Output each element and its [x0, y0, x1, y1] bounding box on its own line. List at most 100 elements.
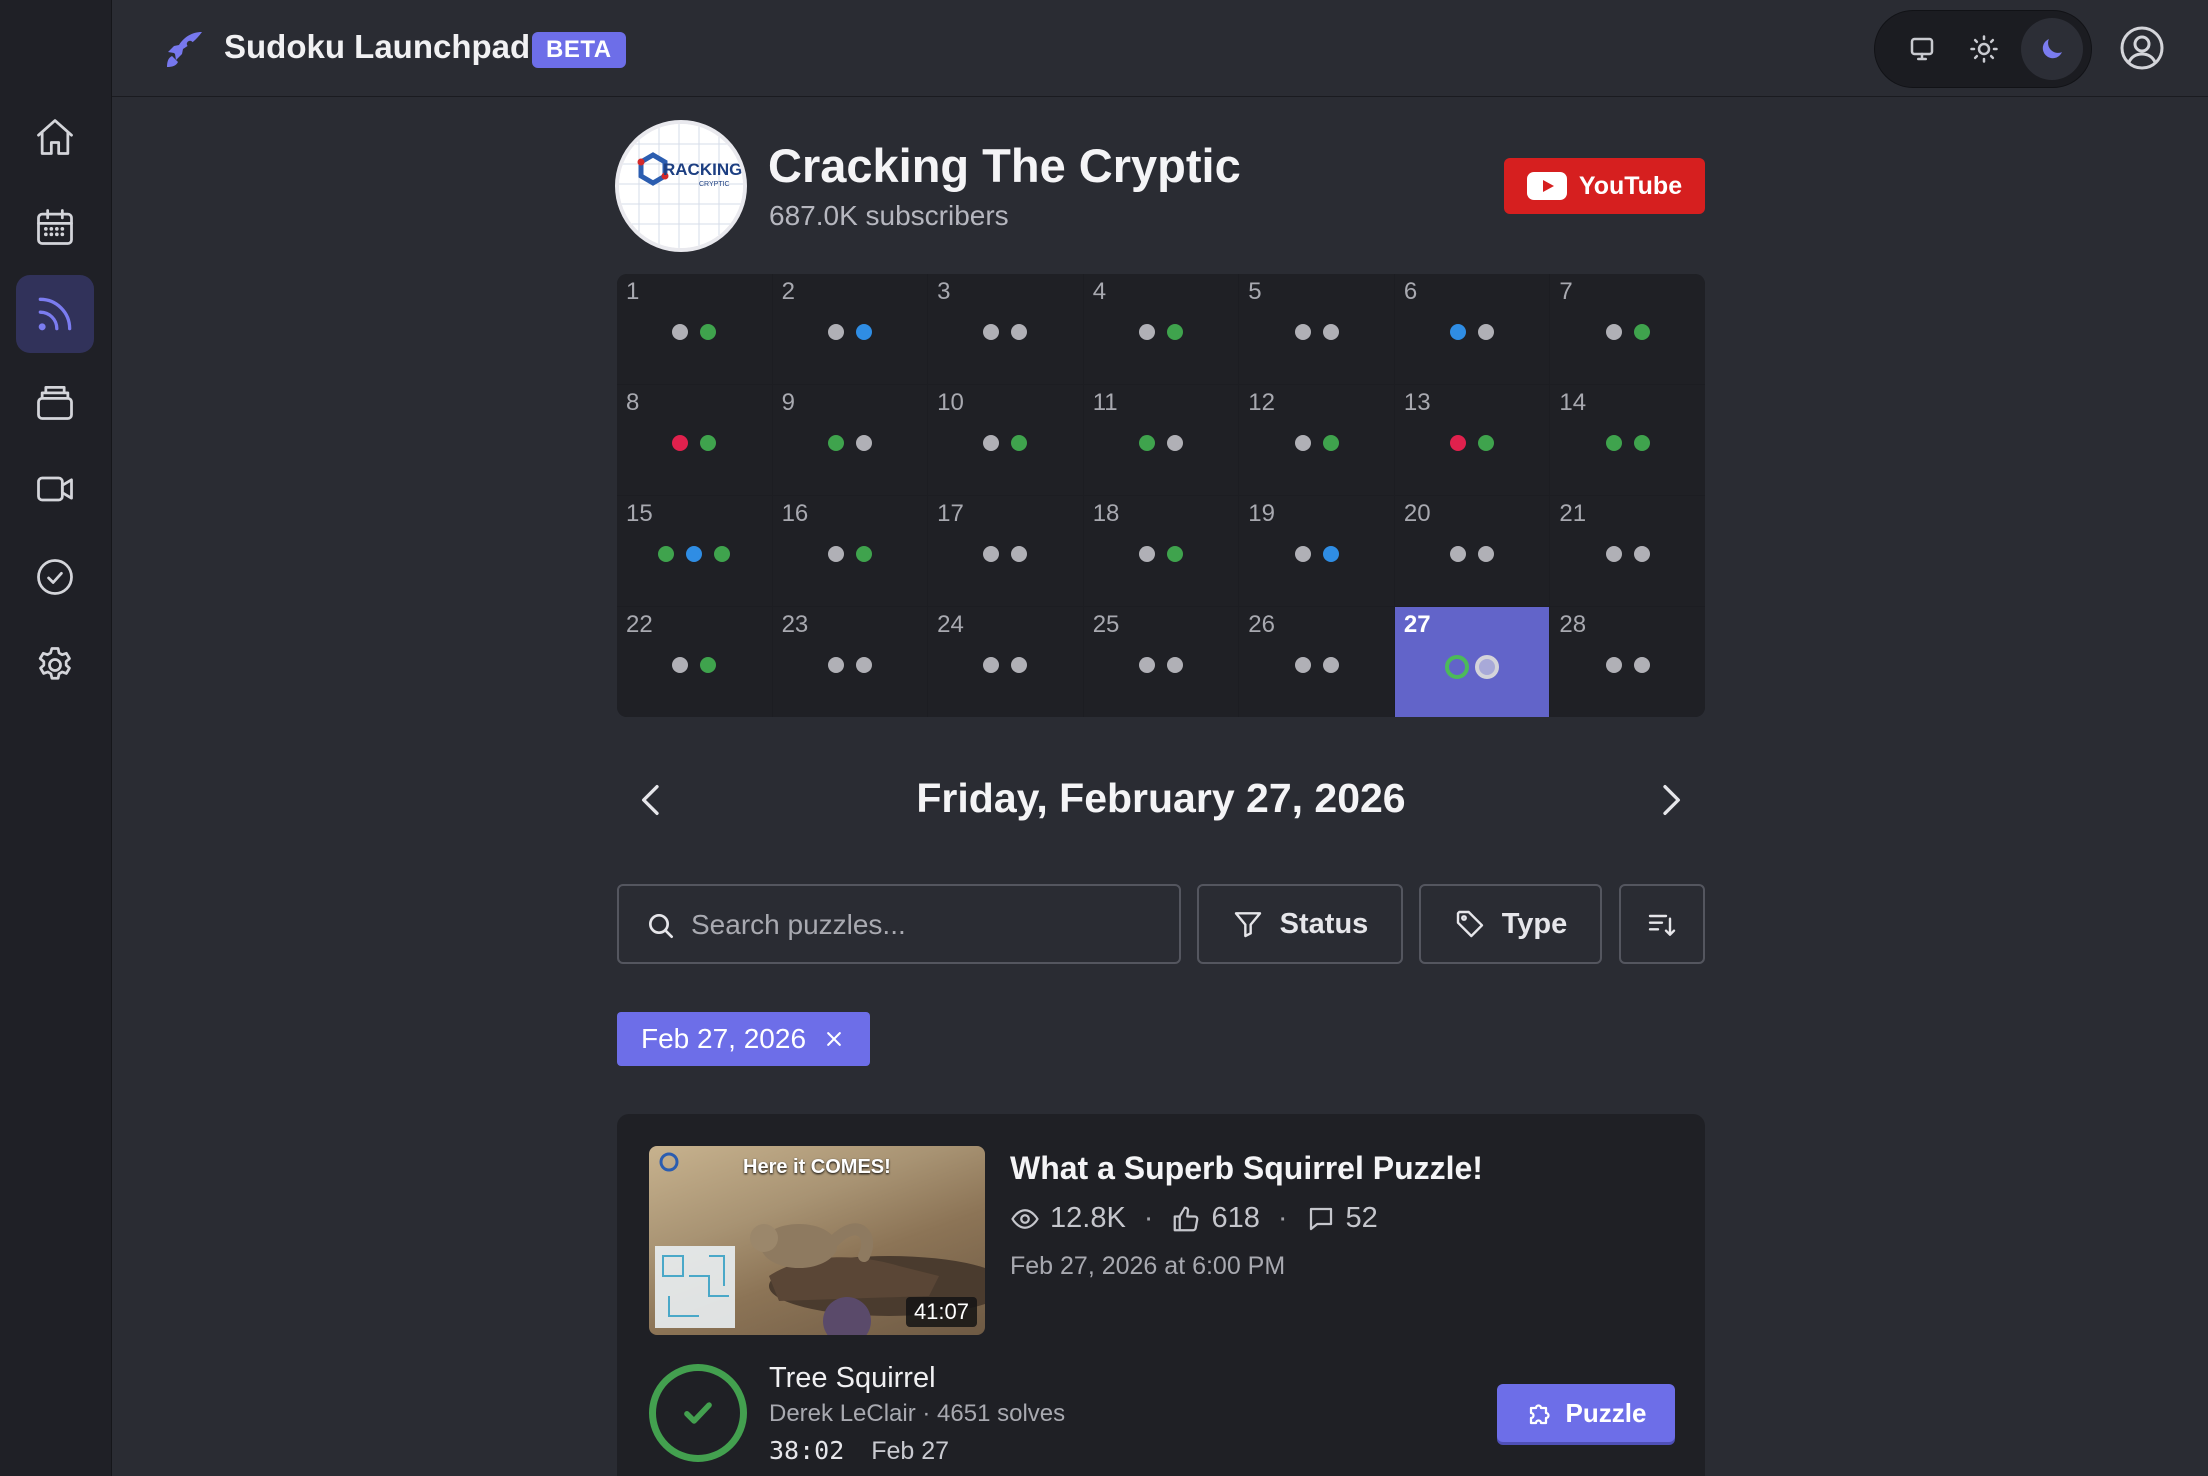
- selected-date-title: Friday, February 27, 2026: [916, 775, 1406, 821]
- rocket-logo-icon[interactable]: [160, 26, 208, 74]
- calendar-day[interactable]: 6: [1394, 274, 1550, 384]
- calendar-day-number: 28: [1559, 611, 1587, 638]
- puzzle-status-dots: [617, 546, 772, 562]
- status-dot-gray: [1138, 546, 1155, 562]
- active-date-filter-chip[interactable]: Feb 27, 2026: [617, 1012, 871, 1066]
- calendar-day-number: 19: [1248, 500, 1275, 527]
- next-day-button[interactable]: [1650, 780, 1690, 820]
- video-likes: 618: [1211, 1202, 1260, 1234]
- sidebar-item-home[interactable]: [16, 98, 94, 176]
- calendar-day[interactable]: 8: [617, 385, 772, 495]
- youtube-button[interactable]: YouTube: [1504, 158, 1705, 214]
- calendar-day[interactable]: 14: [1550, 385, 1705, 495]
- calendar-day[interactable]: 25: [1083, 607, 1239, 717]
- puzzle-status-dots: [1084, 435, 1239, 451]
- video-published-date: Feb 27, 2026 at 6:00 PM: [1010, 1252, 1286, 1280]
- sidebar-item-collections[interactable]: [16, 363, 94, 441]
- search-box: [617, 884, 1181, 964]
- video-comments: 52: [1345, 1202, 1378, 1234]
- status-filter-button[interactable]: Status: [1197, 884, 1403, 964]
- video-card: Here it COMES! 41:07 What a Superb Squir…: [617, 1114, 1705, 1476]
- calendar-day[interactable]: 5: [1239, 274, 1394, 384]
- calendar-day[interactable]: 24: [928, 607, 1083, 717]
- calendar-day[interactable]: 2: [772, 274, 928, 384]
- puzzle-solves: · 4651 solves: [922, 1400, 1066, 1427]
- video-thumbnail[interactable]: Here it COMES! 41:07: [649, 1146, 985, 1335]
- account-icon[interactable]: [2118, 24, 2166, 72]
- status-dot-blue: [1450, 324, 1467, 340]
- separator-dot: ·: [1143, 1202, 1154, 1234]
- status-dot-gray: [672, 657, 689, 673]
- type-filter-button[interactable]: Type: [1419, 884, 1602, 964]
- calendar-day-number: 25: [1092, 611, 1120, 638]
- sidebar-item-videos[interactable]: [16, 450, 94, 528]
- theme-switcher: [1874, 10, 2092, 88]
- calendar-day[interactable]: 17: [928, 496, 1083, 606]
- theme-system-button[interactable]: [1891, 18, 1953, 80]
- calendar-day[interactable]: 26: [1239, 607, 1394, 717]
- calendar-day-number: 6: [1403, 278, 1418, 305]
- filter-icon: [1234, 912, 1261, 938]
- status-dot-gray: [855, 435, 872, 451]
- home-icon: [37, 119, 73, 155]
- calendar-day[interactable]: 4: [1083, 274, 1239, 384]
- search-input[interactable]: [691, 904, 1161, 946]
- calendar-day[interactable]: 23: [772, 607, 928, 717]
- open-puzzle-button[interactable]: Puzzle: [1497, 1384, 1675, 1442]
- calendar-day[interactable]: 28: [1550, 607, 1705, 717]
- calendar-day[interactable]: 10: [928, 385, 1083, 495]
- puzzle-status-dots: [1395, 546, 1550, 562]
- calendar-day[interactable]: 15: [617, 496, 772, 606]
- close-icon[interactable]: [824, 1029, 844, 1049]
- calendar-day[interactable]: 18: [1083, 496, 1239, 606]
- status-dot-gray: [1322, 324, 1339, 340]
- calendar-day-number: 10: [937, 389, 964, 416]
- theme-light-button[interactable]: [1953, 18, 2015, 80]
- status-dot-gray: [672, 324, 689, 340]
- status-dot-green: [1478, 435, 1495, 451]
- status-dot-gray: [1605, 657, 1622, 673]
- calendar-day[interactable]: 22: [617, 607, 772, 717]
- sidebar-item-settings[interactable]: [16, 626, 94, 704]
- status-dot-gray: [1605, 546, 1622, 562]
- status-dot-red: [672, 435, 689, 451]
- calendar-day[interactable]: 3: [928, 274, 1083, 384]
- sidebar-item-solved[interactable]: [16, 538, 94, 616]
- status-dot-green: [1166, 324, 1183, 340]
- theme-dark-button[interactable]: [2021, 18, 2083, 80]
- sort-button[interactable]: [1619, 884, 1705, 964]
- calendar-day[interactable]: 21: [1550, 496, 1705, 606]
- status-dot-gray: [983, 324, 1000, 340]
- calendar-day[interactable]: 9: [772, 385, 928, 495]
- sidebar-item-feed[interactable]: [16, 275, 94, 353]
- calendar-day-number: 14: [1559, 389, 1587, 416]
- status-dot-gray: [1294, 546, 1311, 562]
- calendar-day[interactable]: 1: [617, 274, 772, 384]
- youtube-button-label: YouTube: [1578, 171, 1683, 200]
- status-dot-gray: [1322, 657, 1339, 673]
- video-title[interactable]: What a Superb Squirrel Puzzle!: [1010, 1150, 1483, 1187]
- calendar-day-number: 9: [781, 389, 795, 416]
- status-dot-green: [700, 657, 717, 673]
- calendar-day[interactable]: 11: [1083, 385, 1239, 495]
- sidebar-item-calendar[interactable]: [16, 188, 94, 266]
- app-title[interactable]: Sudoku Launchpad: [224, 28, 530, 66]
- type-filter-label: Type: [1501, 907, 1568, 940]
- calendar-day[interactable]: 12: [1239, 385, 1394, 495]
- calendar-day[interactable]: 13: [1394, 385, 1550, 495]
- status-dot-gray: [1138, 657, 1155, 673]
- solved-status[interactable]: [649, 1364, 747, 1462]
- status-dot-gray: [827, 324, 844, 340]
- calendar-day[interactable]: 7: [1550, 274, 1705, 384]
- calendar-day-number: 5: [1248, 278, 1262, 305]
- calendar-day[interactable]: 16: [772, 496, 928, 606]
- status-dot-green: [1166, 546, 1183, 562]
- calendar-day-number: 3: [937, 278, 951, 305]
- calendar-day-number: 2: [781, 278, 795, 305]
- calendar-day[interactable]: 20: [1394, 496, 1550, 606]
- status-dot-green: [827, 435, 844, 451]
- tag-icon: [1456, 910, 1483, 938]
- calendar-day[interactable]: 27: [1394, 607, 1550, 717]
- calendar-day-number: 4: [1092, 278, 1107, 305]
- calendar-day[interactable]: 19: [1239, 496, 1394, 606]
